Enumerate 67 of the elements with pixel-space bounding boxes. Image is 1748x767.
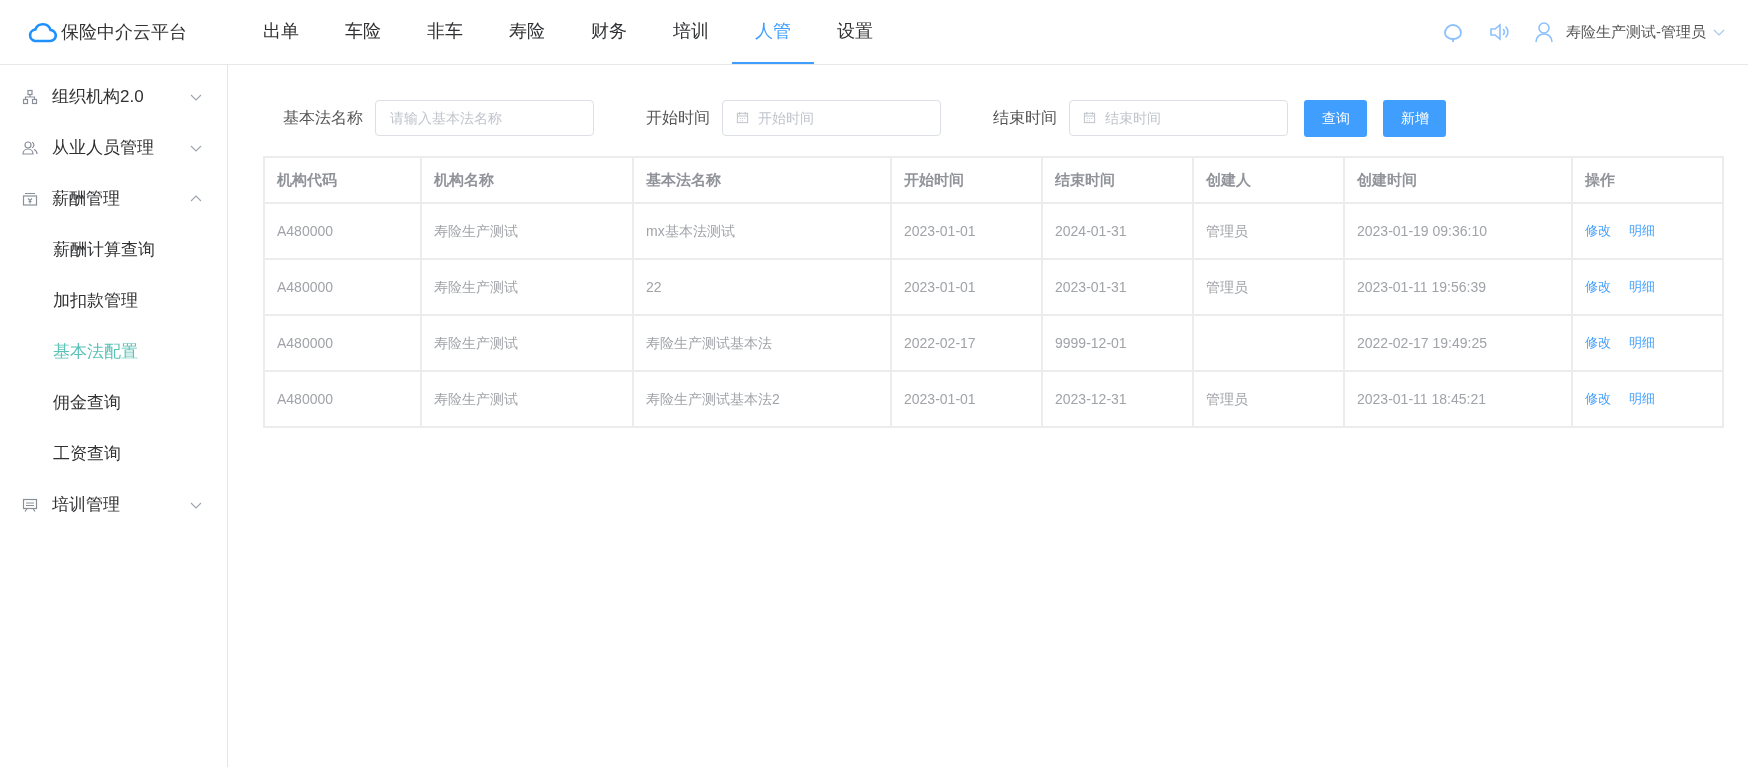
column-header: 机构名称 — [421, 157, 633, 203]
table-cell: 寿险生产测试基本法 — [633, 315, 891, 371]
calendar-icon — [736, 111, 749, 124]
column-header: 创建人 — [1193, 157, 1344, 203]
input-field[interactable]: 请输入基本法名称 — [375, 100, 594, 136]
sidebar-item[interactable]: 培训管理 — [0, 479, 227, 530]
table-cell: 管理员 — [1193, 259, 1344, 315]
sidebar-item[interactable]: 薪酬管理 — [0, 173, 227, 224]
hierarchy-icon — [22, 88, 38, 105]
nav-tab[interactable]: 财务 — [568, 0, 650, 64]
table-cell: 2023-01-11 19:56:39 — [1344, 259, 1572, 315]
speaker-icon[interactable] — [1488, 21, 1510, 43]
sidebar-subitem[interactable]: 佣金查询 — [0, 377, 227, 428]
table-cell: mx基本法测试 — [633, 203, 891, 259]
table-cell: 2023-01-11 18:45:21 — [1344, 371, 1572, 427]
column-header: 基本法名称 — [633, 157, 891, 203]
sidebar-item[interactable]: 从业人员管理 — [0, 122, 227, 173]
table-cell: 寿险生产测试基本法2 — [633, 371, 891, 427]
date-field[interactable]: 结束时间 — [1069, 100, 1288, 136]
column-header: 操作 — [1572, 157, 1723, 203]
table-cell: 2023-01-01 — [891, 259, 1042, 315]
table-cell: 2023-01-01 — [891, 371, 1042, 427]
filter-label: 基本法名称 — [283, 108, 363, 128]
cloud-logo-icon — [27, 21, 57, 43]
nav-tab[interactable]: 非车 — [404, 0, 486, 64]
column-header: 机构代码 — [264, 157, 421, 203]
nav-tab[interactable]: 出单 — [240, 0, 322, 64]
table-cell: 寿险生产测试 — [421, 203, 633, 259]
column-header: 创建时间 — [1344, 157, 1572, 203]
sidebar-subitem[interactable]: 加扣款管理 — [0, 275, 227, 326]
user-menu[interactable]: 寿险生产测试-管理员 — [1566, 20, 1726, 44]
nav-tab[interactable]: 设置 — [814, 0, 896, 64]
user-icon[interactable] — [1534, 21, 1554, 43]
table-cell: 2022-02-17 19:49:25 — [1344, 315, 1572, 371]
nav-tab[interactable]: 车险 — [322, 0, 404, 64]
sidebar-item[interactable]: 组织机构2.0 — [0, 71, 227, 122]
table-cell: 2023-01-19 09:36:10 — [1344, 203, 1572, 259]
wallet-icon — [22, 190, 38, 207]
nav-tab[interactable]: 培训 — [650, 0, 732, 64]
table-cell: 管理员 — [1193, 203, 1344, 259]
sidebar-subitem[interactable]: 薪酬计算查询 — [0, 224, 227, 275]
date-field[interactable]: 开始时间 — [722, 100, 941, 136]
sidebar-subitem[interactable]: 工资查询 — [0, 428, 227, 479]
table-cell: 寿险生产测试 — [421, 315, 633, 371]
table-cell: A480000 — [264, 203, 421, 259]
nav-tab[interactable]: 寿险 — [486, 0, 568, 64]
board-icon — [22, 496, 38, 513]
table-cell: 22 — [633, 259, 891, 315]
table-cell: 2023-01-01 — [891, 203, 1042, 259]
app-title: 保险中介云平台 — [61, 20, 187, 44]
calendar-icon — [1083, 111, 1096, 124]
table-cell: 管理员 — [1193, 371, 1344, 427]
users-icon — [22, 139, 38, 156]
table-cell: 寿险生产测试 — [421, 259, 633, 315]
table-cell: A480000 — [264, 371, 421, 427]
table-cell: A480000 — [264, 259, 421, 315]
table-cell: 2023-12-31 — [1042, 371, 1193, 427]
table-cell: 2024-01-31 — [1042, 203, 1193, 259]
filter-label: 结束时间 — [993, 108, 1057, 128]
table-cell: A480000 — [264, 315, 421, 371]
table-cell: 寿险生产测试 — [421, 371, 633, 427]
filter-label: 开始时间 — [646, 108, 710, 128]
table-cell: 2023-01-31 — [1042, 259, 1193, 315]
column-header: 结束时间 — [1042, 157, 1193, 203]
column-header: 开始时间 — [891, 157, 1042, 203]
table-cell: 9999-12-01 — [1042, 315, 1193, 371]
table-cell: 2022-02-17 — [891, 315, 1042, 371]
